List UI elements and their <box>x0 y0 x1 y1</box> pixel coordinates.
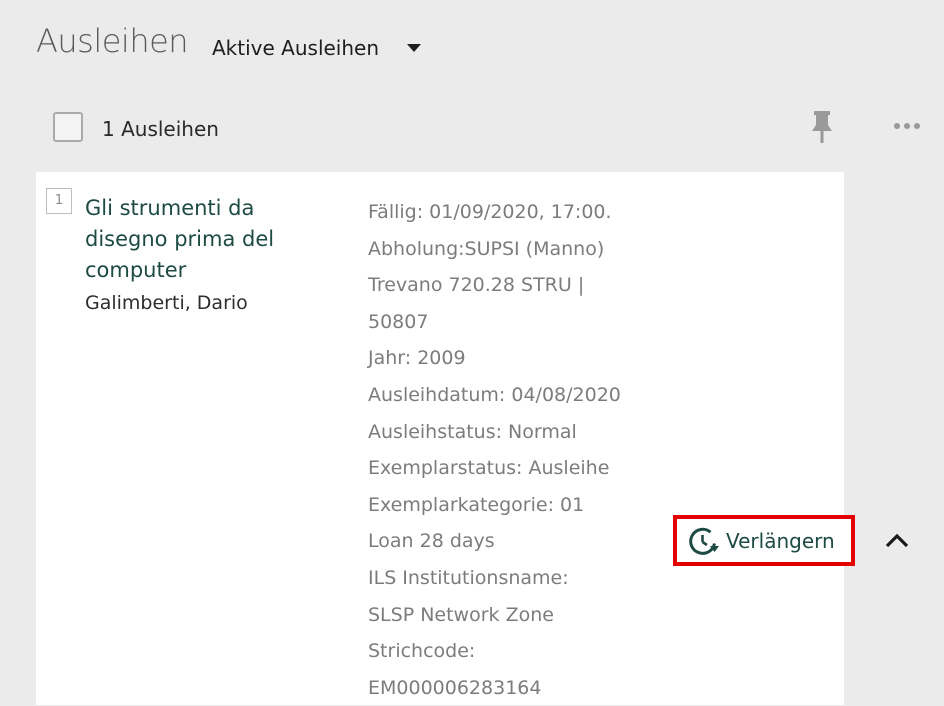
detail-item-status: Exemplarstatus: Ausleihe <box>368 457 610 480</box>
detail-barcode-label: Strichcode: <box>368 640 476 663</box>
loan-filter-label: Aktive Ausleihen <box>212 36 380 60</box>
select-all-checkbox[interactable] <box>53 112 83 142</box>
detail-item-category: Exemplarkategorie: 01 <box>368 493 585 516</box>
renew-label: Verlängern <box>726 528 835 553</box>
detail-location-code: 50807 <box>368 310 429 333</box>
loan-filter-dropdown[interactable]: Aktive Ausleihen <box>212 36 422 60</box>
pin-icon[interactable] <box>810 110 834 144</box>
detail-location: Trevano 720.28 STRU | <box>368 274 585 297</box>
loan-author: Galimberti, Dario <box>85 292 248 314</box>
detail-ils-label: ILS Institutionsname: <box>368 566 569 589</box>
caret-down-icon <box>407 44 422 52</box>
renew-button[interactable]: Verlängern <box>673 515 855 566</box>
loan-details: Fällig: 01/09/2020, 17:00. Abholung:SUPS… <box>368 194 648 706</box>
page-title: Ausleihen <box>36 22 189 60</box>
detail-year: Jahr: 2009 <box>368 347 466 370</box>
loan-card: 1 Gli strumenti da disegno prima del com… <box>36 172 844 705</box>
detail-ils-value: SLSP Network Zone <box>368 603 554 626</box>
loan-title-link[interactable]: Gli strumenti da disegno prima del compu… <box>85 193 315 286</box>
detail-pickup: Abholung:SUPSI (Manno) <box>368 237 605 260</box>
detail-loan-date: Ausleihdatum: 04/08/2020 <box>368 383 621 406</box>
loan-count-label: 1 Ausleihen <box>102 117 219 141</box>
renew-clock-icon <box>689 527 719 555</box>
more-options-icon[interactable] <box>893 120 921 132</box>
detail-loan-policy: Loan 28 days <box>368 530 495 553</box>
detail-due-date: Fällig: 01/09/2020, 17:00. <box>368 201 612 223</box>
detail-loan-status: Ausleihstatus: Normal <box>368 420 577 443</box>
detail-barcode-value: EM000006283164 <box>368 676 542 699</box>
item-number-badge: 1 <box>46 188 72 214</box>
chevron-up-icon[interactable] <box>884 531 910 549</box>
